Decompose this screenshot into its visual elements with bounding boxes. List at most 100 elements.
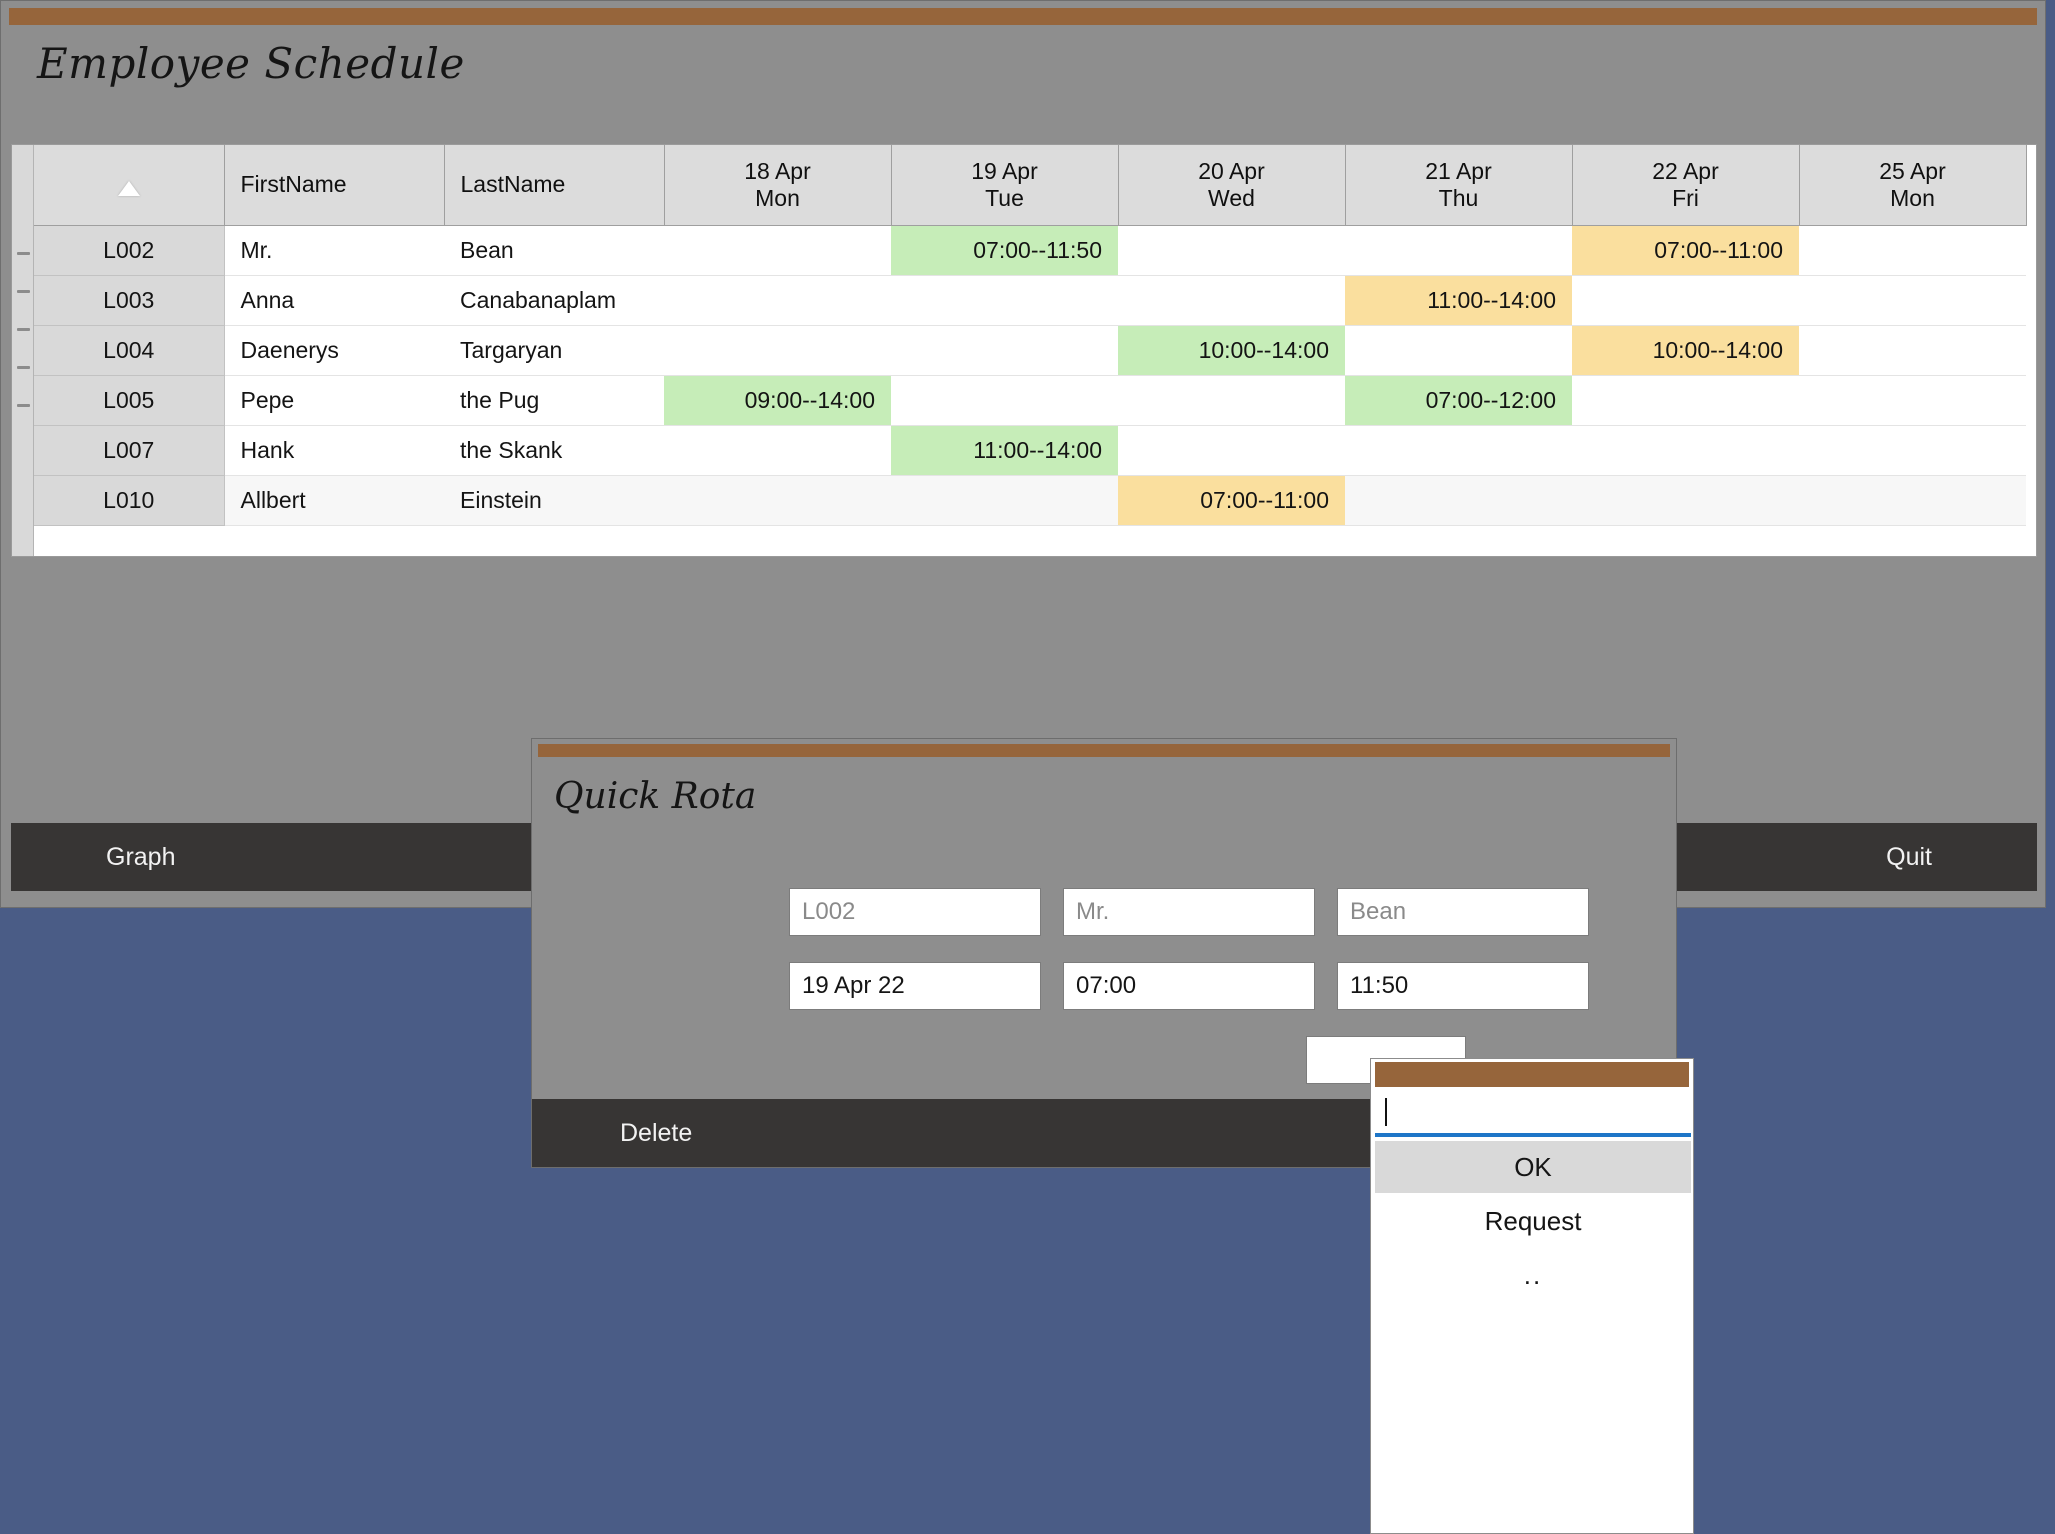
cell-shift-d18[interactable] bbox=[664, 325, 891, 375]
end-time-field[interactable]: 11:50 bbox=[1337, 962, 1589, 1010]
column-header-weekday: Wed bbox=[1135, 185, 1329, 211]
cell-last-name[interactable]: the Skank bbox=[444, 425, 664, 475]
cell-employee-id[interactable]: L005 bbox=[34, 375, 224, 425]
column-header-weekday: Tue bbox=[908, 185, 1102, 211]
cell-shift-d20[interactable] bbox=[1118, 275, 1345, 325]
schedule-table-container: FirstName LastName 18 Apr Mon 19 Apr bbox=[11, 144, 2037, 557]
table-row[interactable]: L005Pepethe Pug09:00--14:00 07:00--12:00 bbox=[34, 375, 2026, 425]
cell-shift-d22[interactable] bbox=[1572, 475, 1799, 525]
row-resize-handle[interactable] bbox=[17, 290, 30, 293]
row-resize-handle[interactable] bbox=[17, 252, 30, 255]
table-row[interactable]: L003AnnaCanabanaplam 11:00--14:00 bbox=[34, 275, 2026, 325]
cell-employee-id[interactable]: L003 bbox=[34, 275, 224, 325]
cell-first-name[interactable]: Mr. bbox=[224, 225, 444, 275]
cell-first-name[interactable]: Daenerys bbox=[224, 325, 444, 375]
delete-button[interactable]: Delete bbox=[620, 1099, 692, 1167]
row-resize-handle[interactable] bbox=[17, 404, 30, 407]
date-field[interactable]: 19 Apr 22 bbox=[789, 962, 1041, 1010]
cell-shift-d25[interactable] bbox=[1799, 375, 2026, 425]
cell-shift-d22[interactable]: 07:00--11:00 bbox=[1572, 225, 1799, 275]
table-row[interactable]: L004DaenerysTargaryan 10:00--14:00 10:00--… bbox=[34, 325, 2026, 375]
table-row[interactable]: L010AllbertEinstein 07:00--11:00 bbox=[34, 475, 2026, 525]
cell-employee-id[interactable]: L007 bbox=[34, 425, 224, 475]
table-row[interactable]: L002Mr.Bean 07:00--11:50 07:00--11:00 bbox=[34, 225, 2026, 275]
popup-option-request[interactable]: Request bbox=[1375, 1195, 1691, 1247]
cell-shift-d20[interactable] bbox=[1118, 425, 1345, 475]
cell-shift-d20[interactable]: 10:00--14:00 bbox=[1118, 325, 1345, 375]
cell-shift-d18[interactable] bbox=[664, 275, 891, 325]
cell-shift-d19[interactable] bbox=[891, 475, 1118, 525]
column-header-lastname[interactable]: LastName bbox=[444, 145, 664, 225]
quit-button[interactable]: Quit bbox=[1886, 823, 1932, 891]
cell-shift-d19[interactable] bbox=[891, 375, 1118, 425]
employee-id-field[interactable]: L002 bbox=[789, 888, 1041, 936]
cell-shift-d19[interactable]: 11:00--14:00 bbox=[891, 425, 1118, 475]
column-header-22-apr[interactable]: 22 Apr Fri bbox=[1572, 145, 1799, 225]
graph-button[interactable]: Graph bbox=[106, 823, 175, 891]
popup-option-blank[interactable]: .. bbox=[1375, 1249, 1691, 1301]
schedule-grid: FirstName LastName 18 Apr Mon 19 Apr bbox=[34, 145, 2036, 556]
cell-last-name[interactable]: Canabanaplam bbox=[444, 275, 664, 325]
cell-shift-d20[interactable] bbox=[1118, 375, 1345, 425]
cell-shift-d18[interactable] bbox=[664, 475, 891, 525]
column-header-21-apr[interactable]: 21 Apr Thu bbox=[1345, 145, 1572, 225]
cell-employee-id[interactable]: L002 bbox=[34, 225, 224, 275]
row-handle-gutter[interactable] bbox=[12, 145, 34, 556]
cell-shift-d20[interactable]: 07:00--11:00 bbox=[1118, 475, 1345, 525]
start-time-field[interactable]: 07:00 bbox=[1063, 962, 1315, 1010]
column-header-19-apr[interactable]: 19 Apr Tue bbox=[891, 145, 1118, 225]
column-header-label: LastName bbox=[461, 171, 566, 197]
cell-first-name[interactable]: Pepe bbox=[224, 375, 444, 425]
row-resize-handle[interactable] bbox=[17, 328, 30, 331]
cell-shift-d19[interactable]: 07:00--11:50 bbox=[891, 225, 1118, 275]
cell-shift-d25[interactable] bbox=[1799, 325, 2026, 375]
cell-shift-d20[interactable] bbox=[1118, 225, 1345, 275]
cell-shift-d18[interactable] bbox=[664, 225, 891, 275]
sort-ascending-icon[interactable] bbox=[118, 181, 140, 196]
popup-option-ok[interactable]: OK bbox=[1375, 1141, 1691, 1193]
cell-shift-d19[interactable] bbox=[891, 275, 1118, 325]
cell-shift-d21[interactable] bbox=[1345, 325, 1572, 375]
column-header-id[interactable] bbox=[34, 145, 224, 225]
column-header-18-apr[interactable]: 18 Apr Mon bbox=[664, 145, 891, 225]
column-header-25-apr[interactable]: 25 Apr Mon bbox=[1799, 145, 2026, 225]
text-caret-icon bbox=[1385, 1098, 1387, 1126]
cell-shift-d25[interactable] bbox=[1799, 275, 2026, 325]
cell-shift-d25[interactable] bbox=[1799, 225, 2026, 275]
cell-shift-d21[interactable] bbox=[1345, 475, 1572, 525]
table-row[interactable]: L007Hankthe Skank 11:00--14:00 bbox=[34, 425, 2026, 475]
cell-shift-d25[interactable] bbox=[1799, 475, 2026, 525]
cell-shift-d22[interactable] bbox=[1572, 275, 1799, 325]
page-title: Employee Schedule bbox=[37, 39, 465, 88]
cell-shift-d21[interactable]: 07:00--12:00 bbox=[1345, 375, 1572, 425]
popup-accent-bar bbox=[1375, 1062, 1689, 1087]
cell-shift-d21[interactable]: 11:00--14:00 bbox=[1345, 275, 1572, 325]
cell-last-name[interactable]: the Pug bbox=[444, 375, 664, 425]
column-header-firstname[interactable]: FirstName bbox=[224, 145, 444, 225]
cell-shift-d25[interactable] bbox=[1799, 425, 2026, 475]
cell-employee-id[interactable]: L010 bbox=[34, 475, 224, 525]
cell-first-name[interactable]: Allbert bbox=[224, 475, 444, 525]
last-name-field[interactable]: Bean bbox=[1337, 888, 1589, 936]
cell-first-name[interactable]: Hank bbox=[224, 425, 444, 475]
cell-shift-d22[interactable]: 10:00--14:00 bbox=[1572, 325, 1799, 375]
popup-search-input[interactable] bbox=[1375, 1091, 1691, 1137]
cell-employee-id[interactable]: L004 bbox=[34, 325, 224, 375]
column-header-weekday: Fri bbox=[1589, 185, 1783, 211]
cell-shift-d18[interactable]: 09:00--14:00 bbox=[664, 375, 891, 425]
cell-last-name[interactable]: Einstein bbox=[444, 475, 664, 525]
cell-last-name[interactable]: Bean bbox=[444, 225, 664, 275]
cell-shift-d21[interactable] bbox=[1345, 425, 1572, 475]
cell-shift-d22[interactable] bbox=[1572, 425, 1799, 475]
first-name-field[interactable]: Mr. bbox=[1063, 888, 1315, 936]
cell-shift-d19[interactable] bbox=[891, 325, 1118, 375]
row-resize-handle[interactable] bbox=[17, 366, 30, 369]
cell-shift-d22[interactable] bbox=[1572, 375, 1799, 425]
window-accent-bar bbox=[9, 8, 2037, 25]
cell-last-name[interactable]: Targaryan bbox=[444, 325, 664, 375]
cell-first-name[interactable]: Anna bbox=[224, 275, 444, 325]
cell-shift-d18[interactable] bbox=[664, 425, 891, 475]
cell-shift-d21[interactable] bbox=[1345, 225, 1572, 275]
column-header-20-apr[interactable]: 20 Apr Wed bbox=[1118, 145, 1345, 225]
column-header-date: 25 Apr bbox=[1816, 158, 2010, 184]
